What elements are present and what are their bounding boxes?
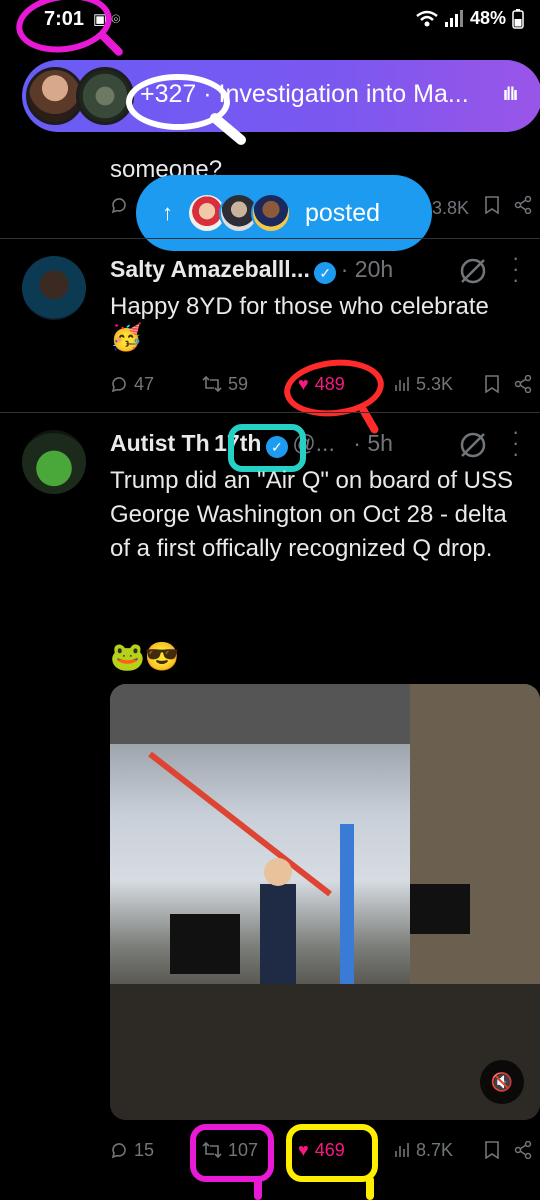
status-right: 48% xyxy=(416,8,524,29)
reply-count: 47 xyxy=(134,373,155,394)
avatar[interactable] xyxy=(22,430,86,494)
arrow-up-icon: ↑ xyxy=(162,200,173,225)
share-icon[interactable] xyxy=(514,196,532,214)
video-media[interactable]: 🔇 xyxy=(110,684,540,1120)
wifi-icon xyxy=(416,10,438,26)
divider xyxy=(0,238,540,239)
tweet-header: Salty Amazeballl... ✓ · 20h xyxy=(110,256,393,284)
speaker-avatar-2 xyxy=(76,67,134,125)
repost-button[interactable]: 59 xyxy=(202,374,248,395)
mute-icon[interactable]: 🔇 xyxy=(480,1060,524,1104)
party-emoji: 🥳 xyxy=(110,322,143,352)
tweet-actions: 47 59 ♥ 489 5.3K xyxy=(0,372,540,396)
annotation-circle-time xyxy=(12,0,116,59)
emoji: 🐸😎 xyxy=(110,641,180,672)
views-count: 3.8K xyxy=(432,198,470,218)
reply-button[interactable]: 15 xyxy=(110,1140,154,1161)
display-name[interactable]: Autist Th xyxy=(110,430,210,456)
verified-icon: ✓ xyxy=(314,261,337,284)
grok-icon[interactable] xyxy=(458,256,488,286)
reply-icon xyxy=(111,1143,126,1159)
bookmark-icon[interactable] xyxy=(484,375,500,393)
battery-level: 48% xyxy=(469,8,506,28)
more-options-icon[interactable]: · · · xyxy=(512,247,519,291)
reply-count: 15 xyxy=(134,1139,155,1160)
more-options-icon[interactable]: · · · xyxy=(512,421,519,465)
reply-icon xyxy=(111,377,126,393)
spaces-banner[interactable]: +327 · Investigation into Ma... ı‖ı xyxy=(22,60,540,132)
annotation-tail-time xyxy=(97,30,125,58)
repost-icon xyxy=(202,375,222,393)
timestamp[interactable]: · 5h xyxy=(353,430,393,456)
posted-label: posted xyxy=(305,198,381,227)
views-count: 8.7K xyxy=(416,1139,454,1160)
divider xyxy=(0,412,540,413)
tweet-text: Happy 8YD for those who celebrate xyxy=(110,293,489,320)
share-icon[interactable] xyxy=(514,1141,532,1159)
annotation-circle-reposts xyxy=(190,1124,274,1182)
video-scene xyxy=(110,684,540,1120)
tweet-text: Trump did an "Air Q" on board of USS Geo… xyxy=(110,467,513,562)
reply-icon[interactable] xyxy=(110,196,128,214)
signal-icon xyxy=(444,9,463,27)
avatar[interactable] xyxy=(22,256,86,320)
bookmark-icon[interactable] xyxy=(484,196,500,214)
new-posts-pill[interactable]: ↑ posted xyxy=(136,175,432,251)
spaces-title-text: Investigation into Ma... xyxy=(218,80,469,108)
views-icon xyxy=(395,1143,409,1157)
timestamp[interactable]: · 20h xyxy=(341,256,393,282)
battery-icon xyxy=(512,8,524,29)
annotation-tail-likes-2 xyxy=(366,1176,374,1200)
display-name[interactable]: Salty Amazeballl... xyxy=(110,256,310,282)
annotation-tail-reposts xyxy=(254,1176,262,1200)
poster-avatars xyxy=(187,193,291,233)
reply-button[interactable]: 47 xyxy=(110,374,154,395)
live-audio-icon: ı‖ı xyxy=(503,84,518,104)
grok-icon[interactable] xyxy=(458,430,488,460)
views-icon xyxy=(395,377,409,391)
annotation-circle-likes-2 xyxy=(286,1124,378,1182)
share-icon[interactable] xyxy=(514,375,532,393)
poster-avatar-3 xyxy=(251,193,291,233)
views-count: 5.3K xyxy=(416,373,454,394)
bookmark-icon[interactable] xyxy=(484,1141,500,1159)
repost-count: 59 xyxy=(228,373,249,394)
views-button[interactable]: 5.3K xyxy=(394,374,453,395)
views-button[interactable]: 8.7K xyxy=(394,1140,453,1161)
